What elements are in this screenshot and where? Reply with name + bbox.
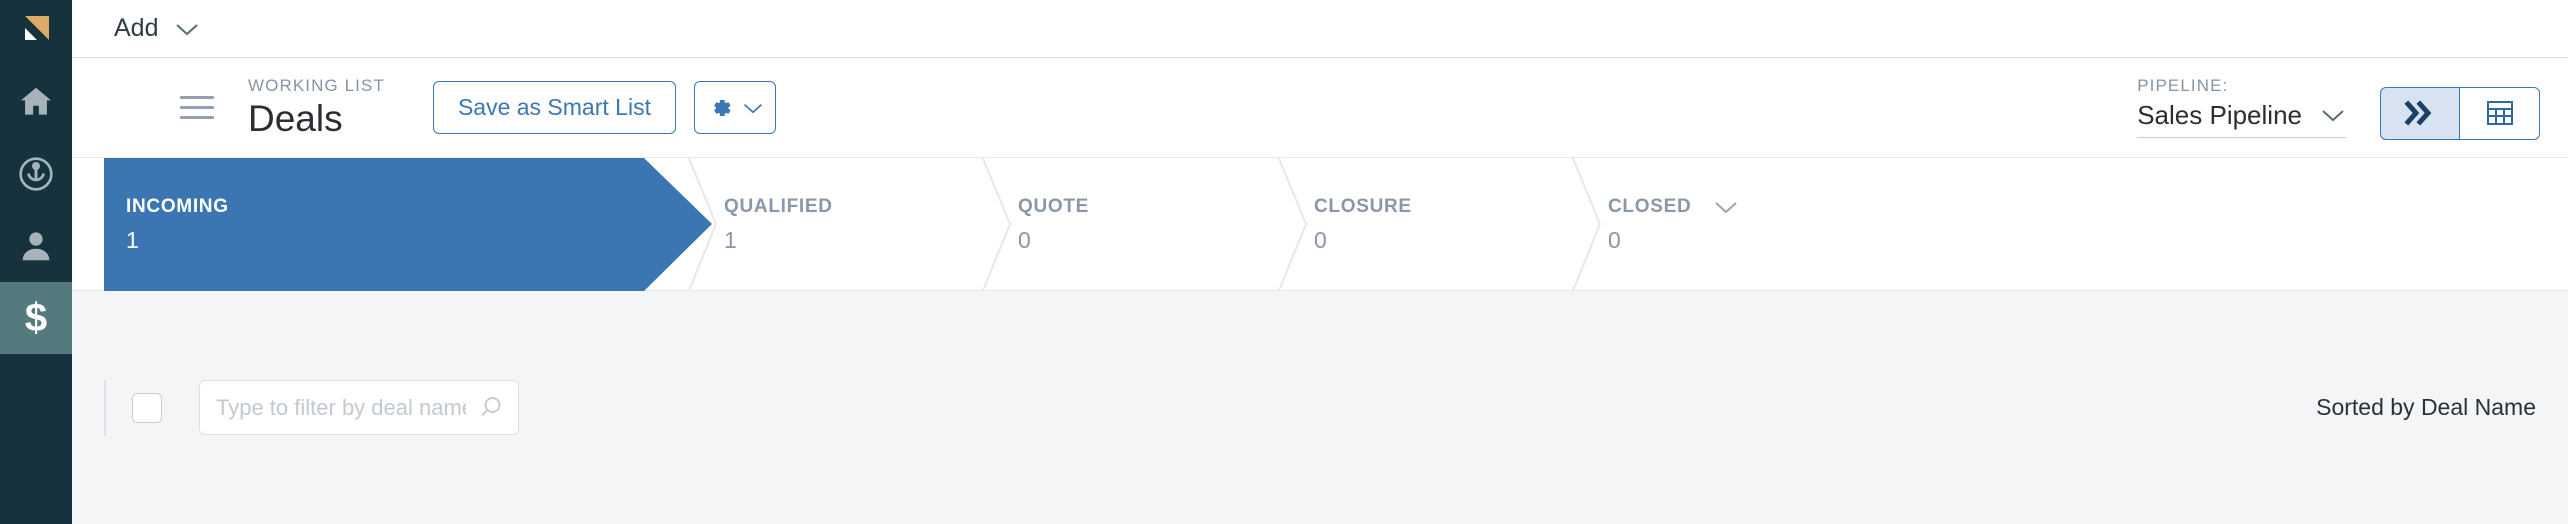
stage-name-text: QUALIFIED [724,196,833,218]
primary-sidebar: $ [0,0,72,524]
pipeline-stages: INCOMING 1 QUALIFIED 1 QUOTE 0 CLOSURE 0… [72,158,2568,291]
filter-left-group [104,379,519,436]
select-all-checkbox[interactable] [132,392,162,423]
table-view-button[interactable] [2460,86,2540,140]
pipeline-value: Sales Pipeline [2137,99,2302,130]
stage-name-text: CLOSURE [1314,196,1412,218]
content-area: Add WORKING LIST Deals Save as Smart Lis… [72,0,2568,524]
sidebar-item-contacts[interactable] [0,210,72,282]
title-block: WORKING LIST Deals [248,76,385,138]
stage-name: QUALIFIED [724,196,833,218]
pipeline-value-row: Sales Pipeline [2137,100,2346,138]
app-window: $ Add WORKING LIST Deals Save as Smart L… [0,0,2568,524]
hamburger-line [180,96,214,99]
stage-name-text: CLOSED [1608,196,1692,218]
chevron-down-icon [176,23,199,35]
hamburger-line [180,116,214,119]
list-settings-button[interactable] [693,81,776,134]
pipeline-view-button[interactable] [2380,86,2460,140]
stage-name: QUOTE [1018,196,1090,218]
gear-icon [714,99,731,116]
stage-incoming[interactable]: INCOMING 1 [104,158,229,291]
filter-bar: Sorted by Deal Name [72,291,2568,524]
hamburger-icon[interactable] [180,96,214,119]
stage-count: 1 [126,226,139,253]
sidebar-item-home[interactable] [0,66,72,138]
sort-status-label: Sorted by Deal Name [2316,394,2536,420]
sidebar-item-deals[interactable]: $ [0,282,72,354]
double-chevron-right-icon [2404,100,2432,126]
save-as-smart-list-button[interactable]: Save as Smart List [432,81,676,134]
stage-name: CLOSURE [1314,196,1412,218]
deal-name-filter-input[interactable] [199,380,519,435]
table-grid-icon [2486,101,2513,125]
stage-name: CLOSED [1608,196,1739,218]
filter-input-wrapper [199,380,519,435]
pipeline-selector[interactable]: PIPELINE: Sales Pipeline [2137,76,2346,140]
chevron-down-icon [2322,110,2344,122]
stage-name-text: INCOMING [126,196,229,218]
add-button-label: Add [114,14,159,42]
list-header: WORKING LIST Deals Save as Smart List PI… [72,58,2568,158]
stage-count: 1 [724,226,737,253]
broadcast-icon [19,157,53,191]
list-type-label: WORKING LIST [248,76,385,96]
chevron-down-icon[interactable] [1713,199,1739,215]
stage-separator [1277,158,1308,291]
stages-inner: INCOMING 1 QUALIFIED 1 QUOTE 0 CLOSURE 0… [104,158,2568,291]
stage-count: 0 [1608,226,1621,253]
stage-name-text: QUOTE [1018,196,1090,218]
home-icon [20,87,52,115]
chevron-down-icon [743,103,762,113]
stage-closed[interactable]: CLOSED 0 [1586,158,1739,291]
dollar-icon: $ [24,296,48,340]
hamburger-line [180,106,214,109]
page-title: Deals [248,97,343,139]
view-toggle-group [2380,86,2540,140]
logo-icon [25,16,49,40]
person-icon [22,232,50,261]
stage-count: 0 [1314,226,1327,253]
stage-separator [1571,158,1602,291]
vertical-divider [104,379,106,436]
stage-name: INCOMING [126,196,229,218]
app-logo[interactable] [0,0,72,58]
header-right-group: PIPELINE: Sales Pipeline [2137,76,2540,140]
stage-count: 0 [1018,226,1031,253]
top-bar: Add [72,0,2568,58]
add-button[interactable]: Add [108,10,206,47]
pipeline-label: PIPELINE: [2137,75,2229,95]
stage-separator [687,158,718,291]
sidebar-item-activity[interactable] [0,138,72,210]
save-as-smart-list-label: Save as Smart List [457,94,651,120]
stage-separator [981,158,1012,291]
